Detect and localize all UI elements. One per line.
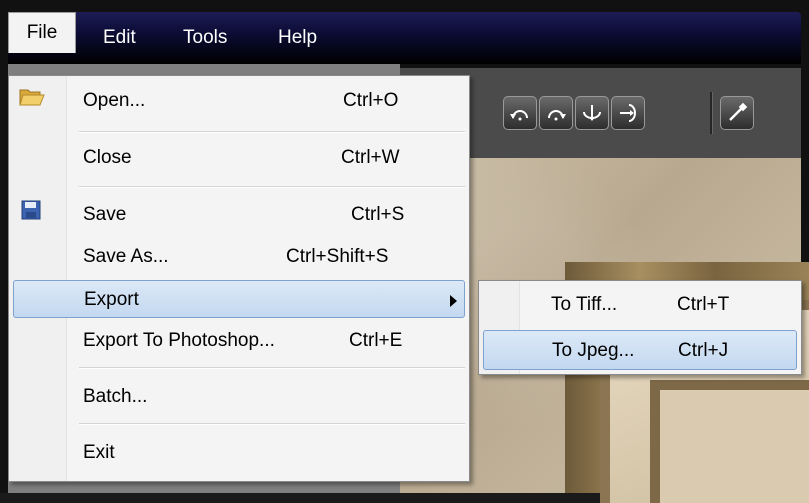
menu-item-save-as[interactable]: Save As... Ctrl+Shift+S — [9, 238, 469, 276]
menu-item-shortcut: Ctrl+S — [351, 204, 405, 225]
menu-item-label: Batch... — [83, 386, 148, 407]
menu-item-shortcut: Ctrl+Shift+S — [286, 246, 389, 267]
menu-tools[interactable]: Tools — [183, 12, 227, 64]
rotate-right-button[interactable] — [539, 96, 573, 130]
submenu-item-to-jpeg[interactable]: To Jpeg... Ctrl+J — [483, 330, 797, 370]
menu-item-shortcut: Ctrl+O — [343, 90, 399, 111]
menu-bar: Edit Tools Help — [8, 12, 801, 64]
menu-item-shortcut: Ctrl+E — [349, 330, 403, 351]
flip-vertical-icon — [583, 105, 601, 121]
menu-item-label: To Tiff... — [551, 294, 618, 315]
menu-item-label: Save As... — [83, 246, 169, 267]
menu-item-label: To Jpeg... — [552, 340, 635, 361]
menu-item-label: Exit — [83, 442, 115, 463]
menu-separator — [79, 423, 465, 425]
submenu-arrow-icon — [450, 295, 457, 307]
photo-frame-inner-2 — [650, 380, 809, 503]
menu-separator — [79, 367, 465, 369]
flip-horizontal-icon — [620, 104, 636, 122]
menu-item-open[interactable]: Open... Ctrl+O — [9, 82, 469, 120]
flip-horizontal-button[interactable] — [611, 96, 645, 130]
toolbar-separator — [710, 92, 713, 134]
menu-item-export-to-photoshop[interactable]: Export To Photoshop... Ctrl+E — [9, 322, 469, 360]
eyedropper-button[interactable] — [720, 96, 754, 130]
menu-edit[interactable]: Edit — [103, 12, 136, 64]
rotate-left-button[interactable] — [503, 96, 537, 130]
menu-item-export[interactable]: Export — [13, 280, 465, 318]
menu-item-label: Open... — [83, 90, 146, 111]
rotate-right-icon — [548, 110, 566, 121]
menu-help[interactable]: Help — [278, 12, 317, 64]
floppy-disk-icon — [21, 200, 41, 220]
app-window: Edit Tools Help File Open... Ctrl+O Clos… — [0, 0, 809, 503]
submenu-item-to-tiff[interactable]: To Tiff... Ctrl+T — [479, 285, 801, 325]
menu-separator — [79, 186, 465, 188]
menu-item-shortcut: Ctrl+W — [341, 147, 400, 168]
menu-item-shortcut: Ctrl+T — [677, 294, 730, 315]
menu-item-exit[interactable]: Exit — [9, 434, 469, 472]
menu-item-label: Export To Photoshop... — [83, 330, 275, 351]
menu-separator — [79, 131, 465, 133]
export-submenu: To Tiff... Ctrl+T To Jpeg... Ctrl+J — [478, 280, 802, 375]
flip-vertical-button[interactable] — [575, 96, 609, 130]
menu-item-label: Save — [83, 204, 127, 225]
file-menu-dropdown: Open... Ctrl+O Close Ctrl+W Save Ctrl+S … — [8, 75, 470, 482]
folder-open-icon — [19, 89, 45, 106]
menu-icon-gutter — [9, 76, 67, 481]
menu-item-save[interactable]: Save Ctrl+S — [9, 196, 469, 234]
menu-item-label: Close — [83, 147, 132, 168]
menu-item-label: Export — [84, 289, 139, 310]
menu-file[interactable]: File — [8, 12, 76, 53]
menu-item-close[interactable]: Close Ctrl+W — [9, 139, 469, 177]
menu-item-batch[interactable]: Batch... — [9, 378, 469, 416]
rotate-left-icon — [510, 110, 528, 121]
eyedropper-icon — [729, 102, 748, 121]
menu-item-shortcut: Ctrl+J — [678, 340, 729, 361]
